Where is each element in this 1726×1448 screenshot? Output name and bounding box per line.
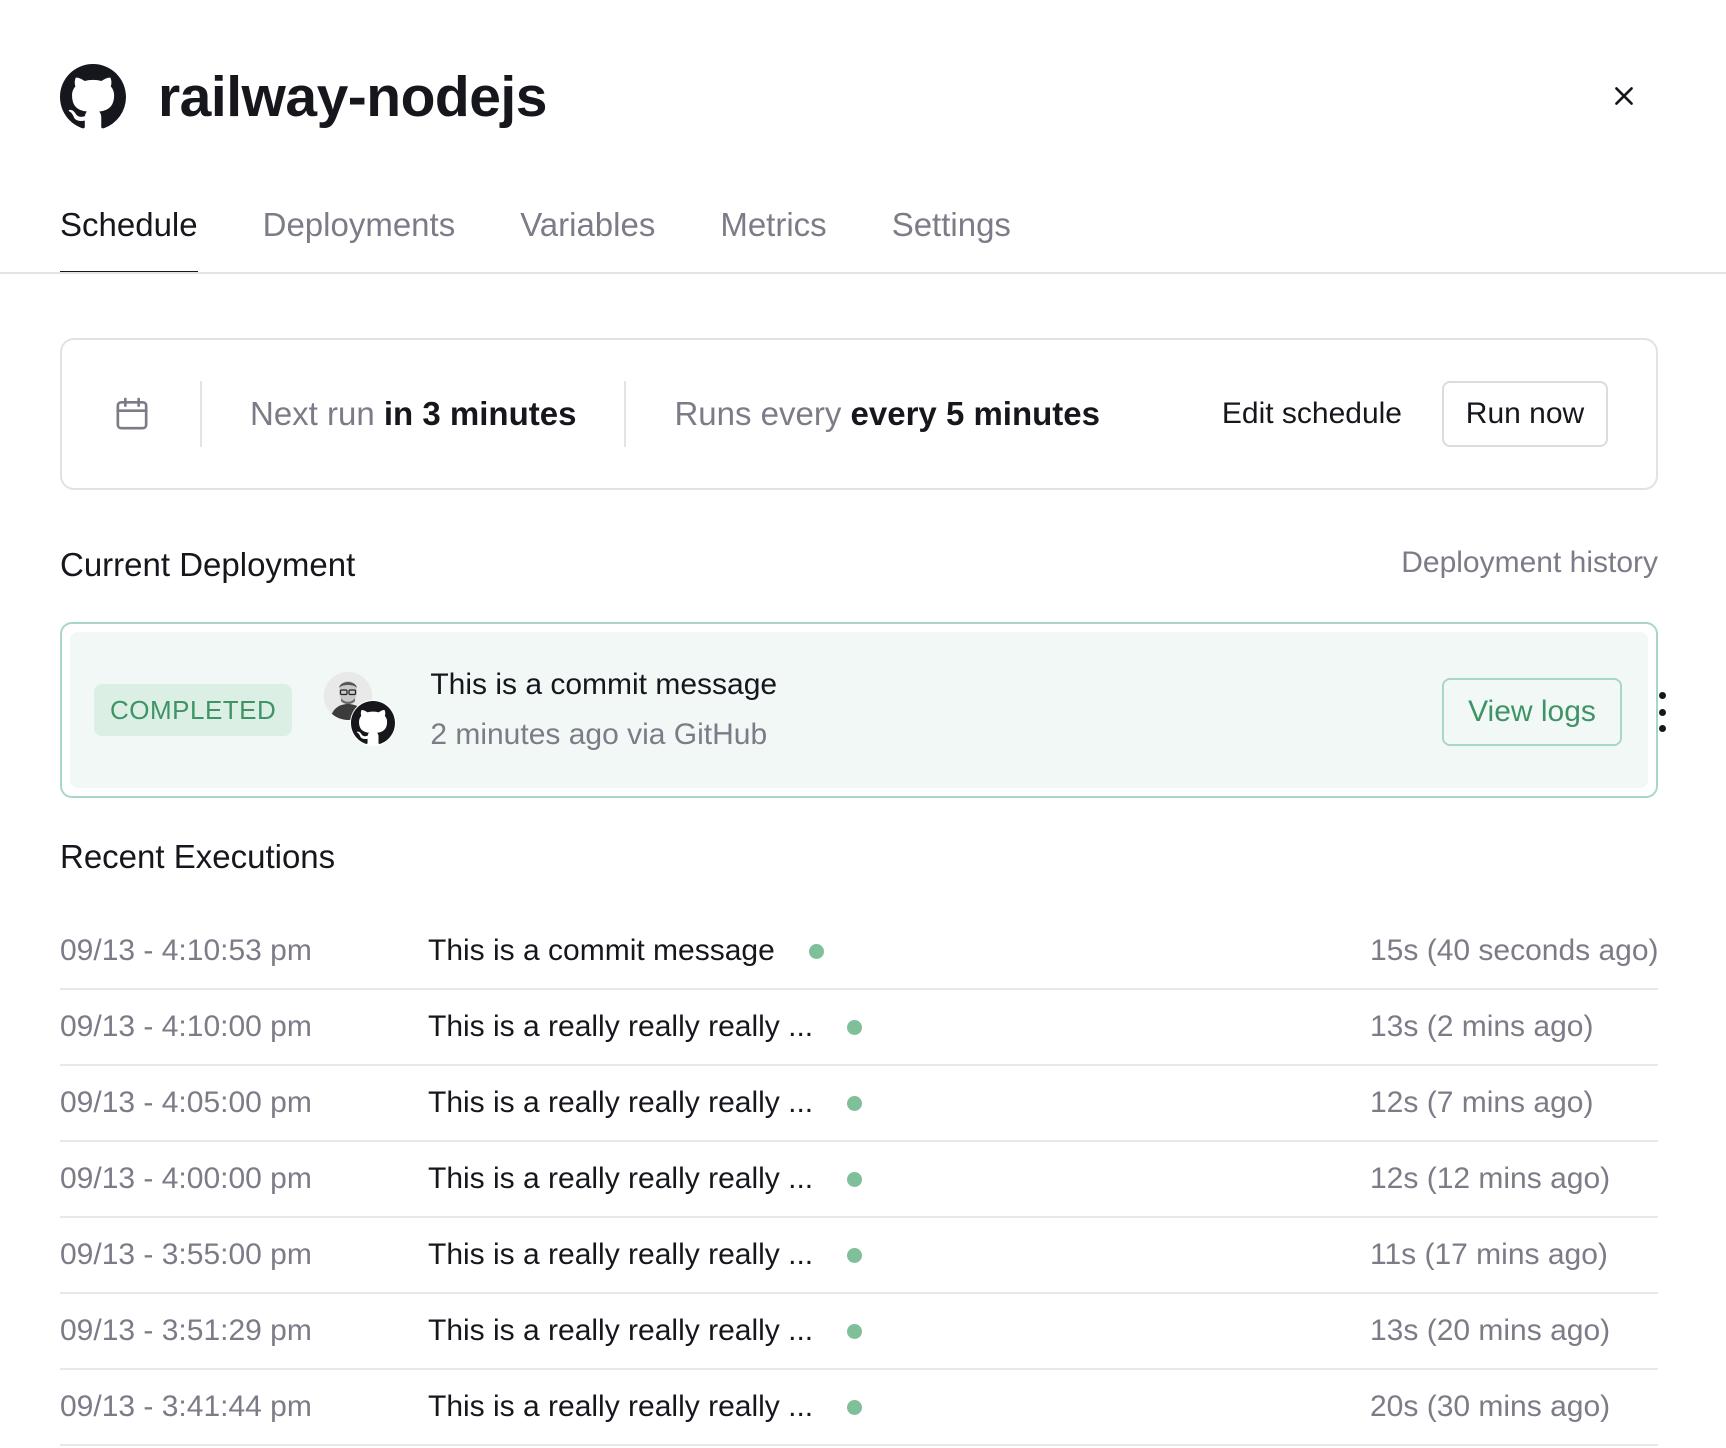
runs-every-text: Runs every every 5 minutes: [674, 395, 1100, 433]
more-vertical-icon[interactable]: [1650, 692, 1674, 732]
status-dot: [847, 1171, 863, 1187]
kebab-dot: [1658, 692, 1666, 699]
tabs-divider: [0, 272, 1726, 274]
execution-message: This is a really really really ...: [428, 1162, 863, 1196]
execution-duration: 13s (20 mins ago): [1370, 1314, 1611, 1347]
author-avatar-group: [324, 672, 397, 748]
execution-duration: 12s (7 mins ago): [1370, 1086, 1594, 1119]
commit-meta: 2 minutes ago via GitHub: [430, 718, 768, 751]
execution-row[interactable]: 09/13 - 3:41:44 pm This is a really real…: [60, 1370, 1658, 1446]
execution-timestamp: 09/13 - 4:10:53 pm: [60, 934, 312, 967]
next-run-label: Next run: [250, 395, 375, 432]
execution-message-text: This is a really really really ...: [428, 1162, 814, 1195]
deployment-history-link[interactable]: Deployment history: [1401, 546, 1658, 580]
execution-row[interactable]: 09/13 - 4:10:00 pm This is a really real…: [60, 990, 1658, 1066]
view-logs-button[interactable]: View logs: [1442, 678, 1622, 746]
service-panel: railway-nodejs Schedule Deployments Vari…: [0, 0, 1726, 1448]
tab-bar: Schedule Deployments Variables Metrics S…: [60, 196, 1076, 274]
page-title: railway-nodejs: [158, 65, 547, 129]
calendar-icon: [112, 394, 152, 434]
github-icon: [350, 700, 397, 746]
execution-timestamp: 09/13 - 4:10:00 pm: [60, 1010, 312, 1043]
tab-metrics[interactable]: Metrics: [720, 196, 826, 274]
execution-row[interactable]: 09/13 - 4:00:00 pm This is a really real…: [60, 1142, 1658, 1218]
status-dot: [847, 1323, 863, 1339]
status-dot: [847, 1247, 863, 1263]
next-run-value: in 3 minutes: [383, 395, 577, 432]
execution-duration: 20s (30 mins ago): [1370, 1390, 1611, 1423]
execution-duration: 15s (40 seconds ago): [1370, 934, 1659, 967]
execution-message-text: This is a really really really ...: [428, 1238, 814, 1271]
execution-timestamp: 09/13 - 3:51:29 pm: [60, 1314, 312, 1347]
execution-message: This is a really really really ...: [428, 1086, 863, 1120]
current-deployment-card: COMPLETED This is a commit message 2 min…: [60, 622, 1666, 798]
divider: [624, 381, 627, 447]
tab-settings[interactable]: Settings: [892, 196, 1011, 274]
status-badge: COMPLETED: [94, 684, 293, 736]
execution-duration: 11s (17 mins ago): [1370, 1238, 1608, 1271]
edit-schedule-button[interactable]: Edit schedule: [1222, 397, 1402, 431]
runs-every-label: Runs every: [674, 395, 842, 432]
execution-row[interactable]: 09/13 - 4:10:53 pm This is a commit mess…: [60, 914, 1659, 990]
github-icon: [60, 64, 126, 130]
execution-message: This is a really really really ...: [428, 1314, 863, 1348]
close-icon: [1615, 87, 1633, 105]
panel-header: railway-nodejs: [60, 62, 547, 132]
execution-message: This is a commit message: [428, 934, 824, 968]
execution-row[interactable]: 09/13 - 3:51:29 pm This is a really real…: [60, 1294, 1658, 1370]
execution-message-text: This is a really really really ...: [428, 1010, 814, 1043]
execution-message-text: This is a really really really ...: [428, 1086, 814, 1119]
tab-deployments[interactable]: Deployments: [263, 196, 456, 274]
status-dot: [808, 943, 824, 959]
execution-timestamp: 09/13 - 4:00:00 pm: [60, 1162, 312, 1195]
current-deployment-title: Current Deployment: [60, 546, 356, 583]
commit-message: This is a commit message: [430, 668, 778, 701]
execution-timestamp: 09/13 - 4:05:00 pm: [60, 1086, 312, 1119]
execution-message-text: This is a really really really ...: [428, 1390, 814, 1423]
divider: [200, 381, 202, 447]
executions-list: 09/13 - 4:10:53 pm This is a commit mess…: [60, 914, 1659, 1446]
next-run-text: Next run in 3 minutes: [250, 395, 576, 433]
kebab-dot: [1658, 708, 1666, 716]
runs-every-value: every 5 minutes: [850, 395, 1100, 432]
kebab-dot: [1658, 725, 1666, 732]
schedule-card: Next run in 3 minutes Runs every every 5…: [60, 338, 1658, 490]
status-dot: [847, 1399, 863, 1415]
execution-row[interactable]: 09/13 - 3:55:00 pm This is a really real…: [60, 1218, 1658, 1294]
execution-timestamp: 09/13 - 3:55:00 pm: [60, 1238, 312, 1271]
status-dot: [847, 1095, 863, 1111]
execution-message-text: This is a really really really ...: [428, 1314, 814, 1347]
deployment-row[interactable]: COMPLETED This is a commit message 2 min…: [70, 632, 1666, 788]
close-button[interactable]: [1604, 76, 1644, 116]
execution-message: This is a really really really ...: [428, 1010, 863, 1044]
commit-info: This is a commit message 2 minutes ago v…: [430, 668, 777, 752]
tab-schedule[interactable]: Schedule: [60, 196, 198, 274]
run-now-button[interactable]: Run now: [1442, 381, 1608, 447]
execution-message: This is a really really really ...: [428, 1390, 863, 1424]
recent-executions-title: Recent Executions: [60, 838, 336, 875]
tab-variables[interactable]: Variables: [520, 196, 655, 274]
execution-row[interactable]: 09/13 - 4:05:00 pm This is a really real…: [60, 1066, 1658, 1142]
status-dot: [847, 1019, 863, 1035]
execution-timestamp: 09/13 - 3:41:44 pm: [60, 1390, 312, 1423]
execution-message-text: This is a commit message: [428, 934, 775, 967]
execution-message: This is a really really really ...: [428, 1238, 863, 1272]
execution-duration: 13s (2 mins ago): [1370, 1010, 1594, 1043]
execution-duration: 12s (12 mins ago): [1370, 1162, 1611, 1195]
